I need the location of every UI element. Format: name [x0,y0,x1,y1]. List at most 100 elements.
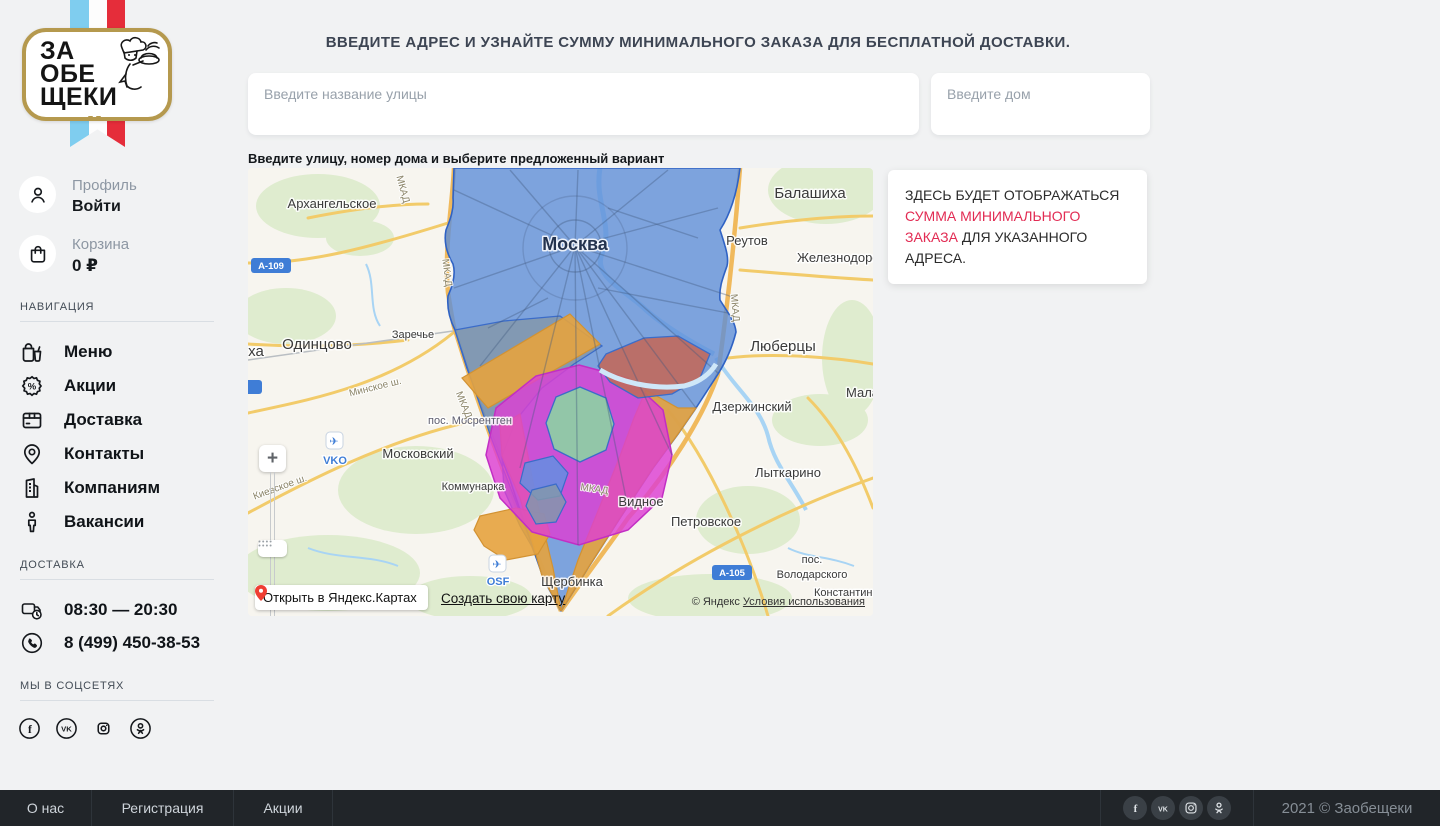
street-input[interactable] [248,73,919,135]
svg-text:Щербинка: Щербинка [541,574,604,589]
svg-text:А-105: А-105 [719,568,746,579]
plane-icon: ✈ [492,559,501,571]
svg-text:OSF: OSF [487,576,510,588]
open-yandex-maps-button[interactable]: Открыть в Яндекс.Картах [255,585,428,610]
sidebar-item-label: Вакансии [64,512,144,532]
info-card-text: ЗДЕСЬ БУДЕТ ОТОБРАЖАТЬСЯ [905,187,1119,203]
social-section-header: МЫ В СОЦСЕТЯХ [20,680,124,692]
sidebar-item-label: Компаниям [64,478,160,498]
profile-label: Профиль [72,176,137,196]
footer-copyright: 2021 © Заобещеки [1254,790,1440,826]
sidebar-item-promos[interactable]: % Акции [20,372,220,400]
cart-icon [19,235,56,272]
cart-row[interactable]: Корзина 0 ₽ [19,235,129,277]
svg-text:Лыткарино: Лыткарино [755,465,821,480]
vk-icon[interactable]: VK [1151,796,1175,820]
cart-label: Корзина [72,235,129,255]
sidebar-socials: f VK [18,717,152,740]
svg-text:VK: VK [61,724,72,733]
logo-dots [88,116,101,120]
delivery-zones-map[interactable]: А-109 А-105 ✈ VKO ✈ OSF Москва Балашиха … [248,168,873,616]
cart-total: 0 ₽ [72,255,129,277]
facebook-icon[interactable]: f [1123,796,1147,820]
svg-text:%: % [28,382,37,393]
svg-text:Одинцово: Одинцово [282,336,352,353]
instagram-icon[interactable] [1179,796,1203,820]
svg-text:Володарского: Володарского [777,569,848,581]
logo[interactable]: ЗА ОБЕ ЩЕКИ [22,28,172,121]
min-order-info-card: ЗДЕСЬ БУДЕТ ОТОБРАЖАТЬСЯ СУММА МИНИМАЛЬН… [888,170,1147,284]
svg-text:Московский: Московский [382,446,453,461]
delivery-hours: 08:30 — 20:30 [64,600,177,620]
divider [20,579,214,580]
zoom-slider-handle[interactable] [258,540,287,557]
instagram-icon[interactable] [92,717,115,740]
odnoklassniki-icon[interactable] [129,717,152,740]
house-input[interactable] [931,73,1150,135]
svg-text:VKO: VKO [323,455,347,467]
phone-icon [20,631,44,655]
footer-link-registration[interactable]: Регистрация [92,790,234,826]
svg-text:Дзержинский: Дзержинский [712,399,791,414]
footer: О нас Регистрация Акции f VK 2021 © Заоб… [0,790,1440,826]
svg-text:Люберцы: Люберцы [750,338,816,355]
svg-text:Видное: Видное [618,494,663,509]
location-pin-icon [20,442,44,466]
svg-text:Балашиха: Балашиха [774,185,846,202]
create-own-map-link[interactable]: Создать свою карту [441,591,565,606]
terms-of-use-link[interactable]: Условия использования [743,596,865,608]
percent-badge-icon: % [20,374,44,398]
sidebar-item-contacts[interactable]: Контакты [20,440,220,468]
sidebar-item-companies[interactable]: Компаниям [20,474,220,502]
svg-text:Архангельское: Архангельское [288,196,377,211]
divider [20,700,214,701]
phone-row[interactable]: 8 (499) 450-38-53 [20,629,220,657]
sidebar-item-vacancies[interactable]: Вакансии [20,508,220,536]
sidebar-item-menu[interactable]: Меню [20,338,220,366]
zoom-in-button[interactable]: + [259,445,286,472]
svg-text:пос.: пос. [802,554,823,566]
divider [20,321,214,322]
delivery-section-header: ДОСТАВКА [20,559,85,571]
profile-icon [19,176,56,213]
login-link[interactable]: Войти [72,196,137,218]
facebook-icon[interactable]: f [18,717,41,740]
svg-text:f: f [28,724,32,736]
sidebar-item-label: Контакты [64,444,144,464]
truck-clock-icon [20,598,44,622]
zone-green [546,387,614,462]
open-yandex-maps-label: Открыть в Яндекс.Картах [263,590,417,605]
address-helper-text: Введите улицу, номер дома и выберите пре… [248,151,664,166]
sidebar-item-label: Акции [64,376,116,396]
vk-icon[interactable]: VK [55,717,78,740]
phone-number: 8 (499) 450-38-53 [64,633,200,653]
footer-link-about[interactable]: О нас [0,790,92,826]
svg-text:Коммунарка: Коммунарка [442,481,506,493]
sidebar-item-delivery[interactable]: Доставка [20,406,220,434]
sidebar: ЗА ОБЕ ЩЕКИ Профиль Войти [0,0,240,790]
nav-section-header: НАВИГАЦИЯ [20,301,94,313]
svg-text:Заречье: Заречье [392,329,434,341]
delivery-hours-row: 08:30 — 20:30 [20,596,220,624]
svg-text:А-109: А-109 [258,261,284,272]
footer-socials: f VK [1100,790,1254,826]
sidebar-item-label: Доставка [64,410,142,430]
svg-text:f: f [1134,803,1138,815]
yandex-copyright: © Яндекс [692,596,740,608]
delivery-box-icon [20,408,44,432]
svg-text:Москва: Москва [542,234,609,254]
map-attribution: © Яндекс Условия использования [692,596,865,608]
svg-text:Малаховка: Малаховка [846,385,873,400]
svg-text:ха: ха [248,343,264,360]
svg-text:Петровское: Петровское [671,514,741,529]
chef-illustration-icon [102,34,164,100]
svg-text:Реутов: Реутов [726,233,768,248]
menu-bag-icon [20,340,44,364]
map-pin-icon [255,585,267,601]
svg-text:Железнодорожный: Железнодорожный [797,250,873,265]
person-standing-icon [20,510,44,534]
odnoklassniki-icon[interactable] [1207,796,1231,820]
svg-text:VK: VK [1158,807,1168,814]
footer-link-promos[interactable]: Акции [234,790,333,826]
profile-row[interactable]: Профиль Войти [19,176,137,218]
